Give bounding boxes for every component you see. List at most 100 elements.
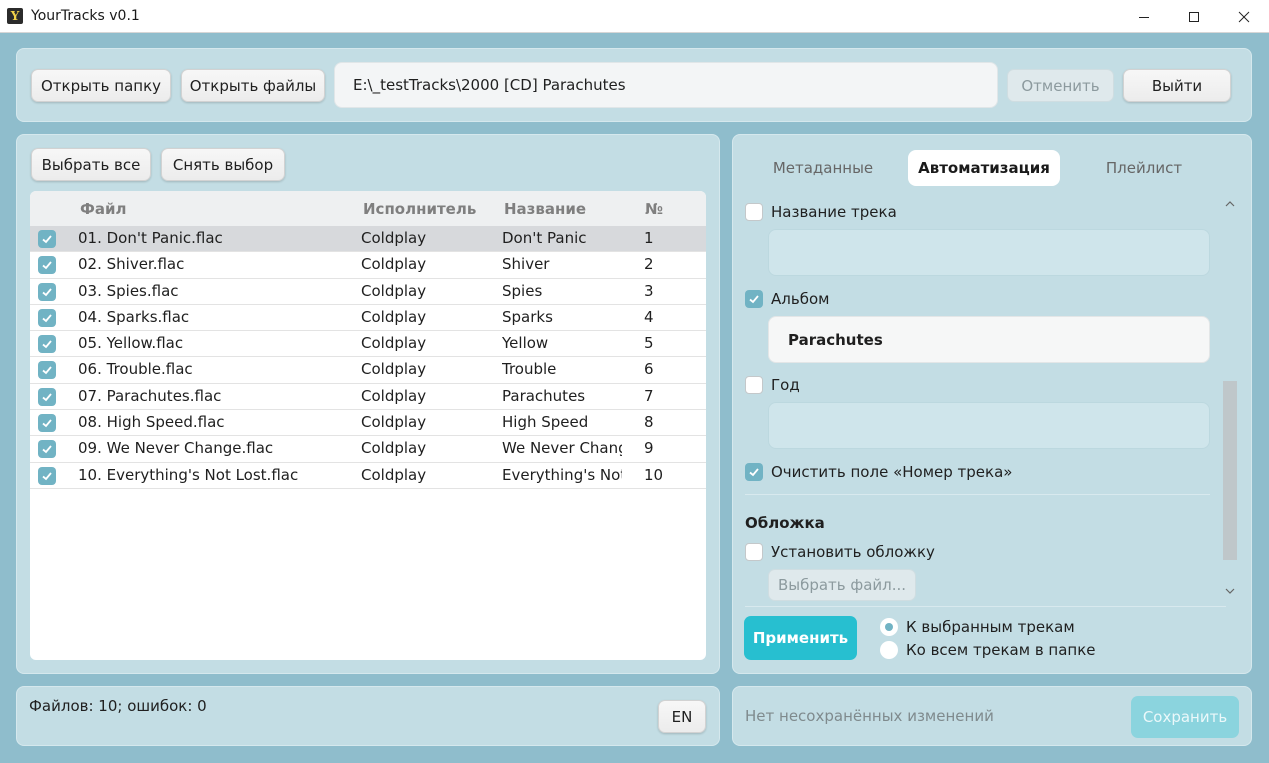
set-cover-checkbox[interactable] xyxy=(745,543,763,561)
cancel-button[interactable]: Отменить xyxy=(1007,69,1114,102)
checkmark-icon xyxy=(749,468,759,477)
row-artist: Coldplay xyxy=(361,307,427,326)
table-row[interactable]: 02. Shiver.flac Coldplay Shiver 2 xyxy=(30,252,706,279)
apply-button[interactable]: Применить xyxy=(744,616,857,660)
row-checkbox[interactable] xyxy=(38,308,56,327)
clear-track-number-checkbox[interactable] xyxy=(745,463,763,481)
set-cover-label: Установить обложку xyxy=(771,543,935,561)
scroll-up-icon[interactable] xyxy=(1225,200,1235,208)
window-title: YourTracks v0.1 xyxy=(31,8,140,24)
year-input[interactable] xyxy=(768,402,1210,449)
table-row[interactable]: 08. High Speed.flac Coldplay High Speed … xyxy=(30,410,706,437)
row-number: 5 xyxy=(644,334,654,353)
row-checkbox[interactable] xyxy=(38,387,56,406)
album-label: Альбом xyxy=(771,290,830,308)
close-button[interactable] xyxy=(1219,0,1269,33)
select-all-button[interactable]: Выбрать все xyxy=(31,148,151,181)
row-file: 03. Spies.flac xyxy=(78,281,179,300)
row-artist: Coldplay xyxy=(361,413,427,432)
status-panel xyxy=(16,686,720,746)
row-checkbox[interactable] xyxy=(38,256,56,275)
row-checkbox[interactable] xyxy=(38,361,56,380)
table-row[interactable]: 07. Parachutes.flac Coldplay Parachutes … xyxy=(30,384,706,411)
track-title-input[interactable] xyxy=(768,229,1210,276)
maximize-icon xyxy=(1189,11,1199,22)
row-number: 3 xyxy=(644,281,654,300)
table-row[interactable]: 09. We Never Change.flac Coldplay We Nev… xyxy=(30,436,706,463)
checkmark-icon xyxy=(42,472,52,480)
open-files-button[interactable]: Открыть файлы xyxy=(181,69,325,102)
track-title-checkbox[interactable] xyxy=(745,203,763,221)
table-row[interactable]: 10. Everything's Not Lost.flac Coldplay … xyxy=(30,463,706,489)
save-button[interactable]: Сохранить xyxy=(1131,696,1239,738)
tab-automation[interactable]: Автоматизация xyxy=(908,150,1060,186)
table-row[interactable]: 05. Yellow.flac Coldplay Yellow 5 xyxy=(30,331,706,358)
row-title: Sparks xyxy=(502,307,553,326)
checkmark-icon xyxy=(42,366,52,375)
column-header-title[interactable]: Название xyxy=(504,200,586,218)
scope-all-radio[interactable] xyxy=(880,641,898,659)
checkmark-icon xyxy=(42,288,52,296)
row-checkbox[interactable] xyxy=(38,282,56,301)
checkmark-icon xyxy=(42,340,52,349)
scope-all-label: Ко всем трекам в папке xyxy=(906,641,1096,659)
scrollbar-thumb[interactable] xyxy=(1223,381,1237,560)
album-checkbox[interactable] xyxy=(745,290,763,308)
row-title: We Never Chang xyxy=(502,439,622,458)
row-title: Trouble xyxy=(502,360,557,379)
deselect-button[interactable]: Снять выбор xyxy=(161,148,285,181)
row-number: 1 xyxy=(644,229,654,247)
row-number: 9 xyxy=(644,439,654,458)
apply-divider xyxy=(745,606,1226,607)
column-header-artist[interactable]: Исполнитель xyxy=(363,200,476,218)
clear-track-number-label: Очистить поле «Номер трека» xyxy=(771,463,1013,481)
window-controls xyxy=(1119,0,1269,33)
checkmark-icon xyxy=(42,314,52,323)
row-file: 01. Don't Panic.flac xyxy=(78,229,223,247)
row-title: Everything's Not xyxy=(502,465,622,484)
table-row[interactable]: 01. Don't Panic.flac Coldplay Don't Pani… xyxy=(30,226,706,253)
table-row[interactable]: 03. Spies.flac Coldplay Spies 3 xyxy=(30,279,706,305)
table-row[interactable]: 04. Sparks.flac Coldplay Sparks 4 xyxy=(30,305,706,332)
close-icon xyxy=(1238,11,1250,22)
row-title: Parachutes xyxy=(502,386,586,405)
track-title-label: Название трека xyxy=(771,203,897,221)
row-file: 02. Shiver.flac xyxy=(78,255,185,274)
row-checkbox[interactable] xyxy=(38,230,56,248)
folder-path-field[interactable]: E:\_testTracks\2000 [CD] Parachutes xyxy=(334,62,998,108)
file-count-status: Файлов: 10; ошибок: 0 xyxy=(29,697,207,715)
column-header-number[interactable]: № xyxy=(645,200,663,218)
column-header-file[interactable]: Файл xyxy=(80,200,127,218)
row-checkbox[interactable] xyxy=(38,335,56,354)
open-folder-button[interactable]: Открыть папку xyxy=(31,69,171,102)
checkmark-icon xyxy=(42,261,52,270)
row-number: 2 xyxy=(644,255,654,274)
table-header: Файл Исполнитель Название № xyxy=(30,191,706,226)
tab-metadata[interactable]: Метаданные xyxy=(758,150,888,186)
choose-file-button[interactable]: Выбрать файл... xyxy=(768,569,916,601)
cover-heading: Обложка xyxy=(745,514,825,532)
checkmark-icon xyxy=(42,419,52,428)
maximize-button[interactable] xyxy=(1169,0,1219,33)
app-logo-icon: Y xyxy=(7,8,23,24)
row-artist: Coldplay xyxy=(361,439,427,458)
row-artist: Coldplay xyxy=(361,229,427,247)
scope-selected-radio[interactable] xyxy=(880,618,898,636)
row-checkbox[interactable] xyxy=(38,440,56,459)
year-checkbox[interactable] xyxy=(745,376,763,394)
row-checkbox[interactable] xyxy=(38,466,56,485)
minimize-button[interactable] xyxy=(1119,0,1169,33)
album-input[interactable]: Parachutes xyxy=(768,316,1210,363)
row-file: 07. Parachutes.flac xyxy=(78,386,222,405)
exit-button[interactable]: Выйти xyxy=(1123,69,1231,102)
language-button[interactable]: EN xyxy=(658,700,706,733)
row-artist: Coldplay xyxy=(361,281,427,300)
scroll-down-icon[interactable] xyxy=(1225,587,1235,595)
tab-playlist[interactable]: Плейлист xyxy=(1080,150,1208,186)
year-label: Год xyxy=(771,376,800,394)
row-title: High Speed xyxy=(502,413,589,432)
row-checkbox[interactable] xyxy=(38,414,56,433)
table-row[interactable]: 06. Trouble.flac Coldplay Trouble 6 xyxy=(30,357,706,384)
row-file: 08. High Speed.flac xyxy=(78,413,225,432)
row-artist: Coldplay xyxy=(361,255,427,274)
